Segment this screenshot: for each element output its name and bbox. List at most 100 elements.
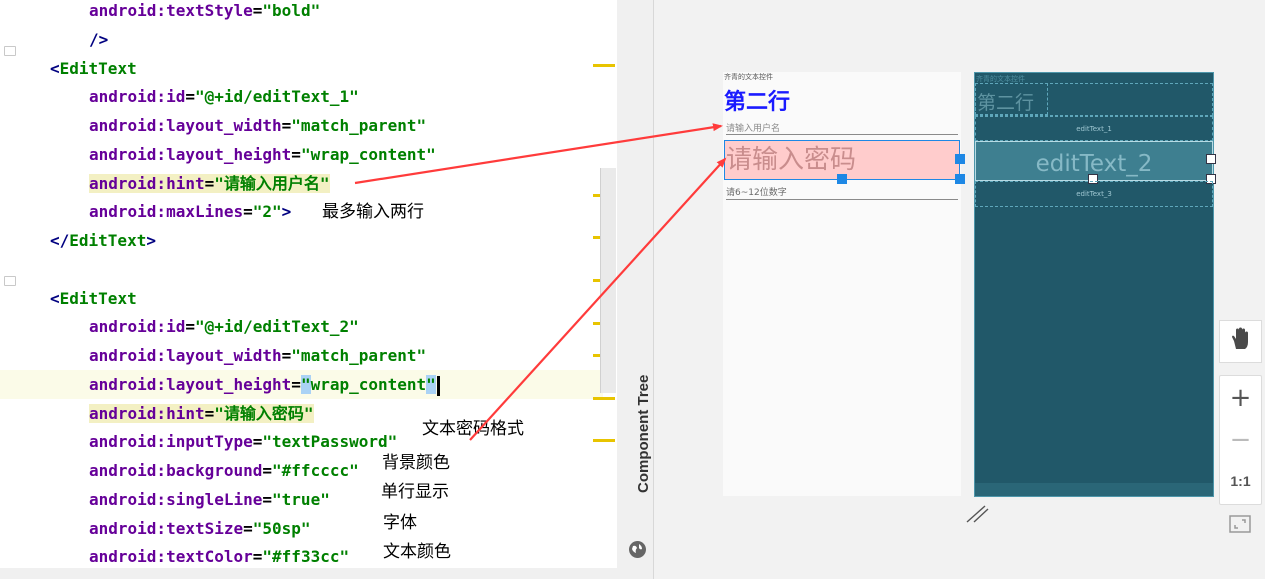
code-token: </ — [50, 231, 70, 250]
code-token: android:id — [89, 87, 186, 106]
code-token: "match_parent" — [291, 116, 427, 135]
error-stripe-mark[interactable] — [593, 439, 615, 442]
code-token: android:layout_width — [89, 346, 282, 365]
code-token: = — [252, 1, 263, 20]
code-line[interactable]: android:layout_width="match_parent" — [0, 341, 617, 370]
code-line[interactable]: android:inputType="textPassword" — [0, 427, 617, 456]
code-token: "@+id/editText_2" — [194, 317, 359, 336]
code-token: android:textColor — [89, 547, 253, 566]
horizontal-scrollbar[interactable] — [0, 568, 617, 579]
blueprint-bottom-bar — [975, 483, 1213, 496]
annotation-password-format: 文本密码格式 — [422, 419, 524, 439]
code-token: = — [252, 547, 263, 566]
blueprint-view[interactable]: 齐青的文本控件 第二行 editText_1 editText_2 editTe… — [974, 72, 1216, 497]
preview-third-field[interactable]: 请6~12位数字 — [726, 185, 787, 198]
blueprint-label-1: editText_1 — [1076, 125, 1112, 133]
code-line[interactable]: android:background="#ffcccc" — [0, 456, 617, 485]
code-token: = — [262, 461, 273, 480]
code-line[interactable]: android:layout_height="wrap_content" — [0, 370, 617, 399]
code-token: "请输入用户名" — [214, 174, 330, 193]
zoom-toolbar: + − 1:1 — [1219, 320, 1262, 548]
code-line[interactable]: android:hint="请输入用户名" — [0, 169, 617, 198]
code-token: android:layout_height — [89, 145, 292, 164]
code-line[interactable]: android:textColor="#ff33cc" — [0, 542, 617, 571]
error-stripe-mark[interactable] — [593, 64, 615, 67]
username-underline — [726, 134, 958, 135]
xml-code-editor[interactable]: android:textStyle="bold"/> <EditText andro… — [0, 0, 617, 579]
code-line[interactable]: android:id="@+id/editText_1" — [0, 82, 617, 111]
code-line[interactable]: android:layout_width="match_parent" — [0, 111, 617, 140]
code-line[interactable]: </EditText> — [0, 226, 617, 255]
code-token: "textPassword" — [262, 432, 398, 451]
component-tree-tab[interactable]: Component Tree — [634, 375, 654, 493]
actual-size-button[interactable]: 1:1 — [1219, 473, 1262, 489]
code-token: "#ff33cc" — [262, 547, 350, 566]
code-token: EditText — [59, 289, 137, 308]
design-preview[interactable]: 齐青的文本控件 第二行 请输入用户名 请输入密码 请6~12位数字 — [723, 72, 965, 496]
code-token: = — [291, 375, 301, 394]
code-line[interactable]: /> — [0, 25, 617, 54]
fit-screen-icon[interactable] — [1229, 515, 1251, 533]
code-token: EditText — [59, 59, 137, 78]
code-token: android:maxLines — [89, 202, 244, 221]
text-caret — [436, 375, 440, 396]
code-token: = — [204, 404, 215, 423]
pan-button[interactable] — [1219, 320, 1262, 363]
annotation-max-lines: 最多输入两行 — [322, 202, 424, 222]
vertical-scrollbar[interactable] — [600, 168, 616, 393]
code-token: = — [252, 432, 263, 451]
code-token: EditText — [69, 231, 147, 250]
code-token: android:textSize — [89, 519, 244, 538]
error-stripe-mark[interactable] — [593, 397, 615, 400]
code-token: = — [204, 174, 215, 193]
blueprint-label-3: editText_3 — [1076, 190, 1112, 198]
code-token: "2" — [252, 202, 282, 221]
fold-marker-icon[interactable] — [4, 46, 16, 56]
preview-title: 第二行 — [724, 90, 791, 115]
code-line[interactable] — [0, 255, 600, 284]
resize-handle[interactable] — [1206, 154, 1216, 164]
code-token: "match_parent" — [291, 346, 427, 365]
code-token: < — [50, 289, 60, 308]
annotation-text-color: 文本颜色 — [383, 542, 451, 562]
code-token: "@+id/editText_1" — [194, 87, 359, 106]
resize-handle[interactable] — [837, 174, 847, 184]
resize-corner-icon[interactable] — [965, 504, 989, 524]
code-token: android:layout_height — [89, 375, 292, 394]
code-token: android:textStyle — [89, 1, 253, 20]
code-token: android:id — [89, 317, 186, 336]
code-token: = — [185, 87, 195, 106]
code-token: android:inputType — [89, 432, 253, 451]
code-line[interactable]: android:layout_height="wrap_content" — [0, 140, 617, 169]
code-line[interactable]: android:maxLines="2"> — [0, 197, 617, 226]
zoom-in-button[interactable]: + — [1219, 383, 1262, 413]
code-line[interactable]: android:textSize="50sp" — [0, 514, 617, 543]
code-token: = — [281, 116, 292, 135]
resize-handle[interactable] — [955, 154, 965, 164]
hand-icon — [1230, 327, 1252, 356]
resize-handle[interactable] — [955, 174, 965, 184]
code-token: android:background — [89, 461, 263, 480]
code-line[interactable]: android:hint="请输入密码" — [0, 399, 617, 428]
code-token: "50sp" — [252, 519, 311, 538]
code-line[interactable]: android:singleLine="true" — [0, 485, 617, 514]
blueprint-row-box[interactable] — [975, 83, 1213, 116]
code-token: = — [291, 145, 301, 164]
zoom-out-button[interactable]: − — [1219, 425, 1262, 455]
code-token: "#ffcccc" — [272, 461, 359, 480]
code-line[interactable]: android:id="@+id/editText_2" — [0, 312, 617, 341]
code-line[interactable]: <EditText — [0, 284, 617, 313]
fold-marker-icon[interactable] — [4, 276, 16, 286]
code-token: = — [281, 346, 292, 365]
code-token: = — [243, 519, 253, 538]
globe-icon[interactable] — [629, 541, 646, 558]
code-line[interactable]: <EditText — [0, 54, 617, 83]
code-token: "请输入密码" — [214, 404, 314, 423]
code-token: android:layout_width — [89, 116, 282, 135]
annotation-font: 字体 — [383, 513, 417, 533]
code-token: wrap_content — [310, 375, 427, 394]
preview-username-field[interactable]: 请输入用户名 — [726, 121, 780, 134]
code-line[interactable]: android:textStyle="bold" — [0, 0, 617, 25]
code-token: " — [300, 375, 311, 394]
code-token: = — [262, 490, 273, 509]
